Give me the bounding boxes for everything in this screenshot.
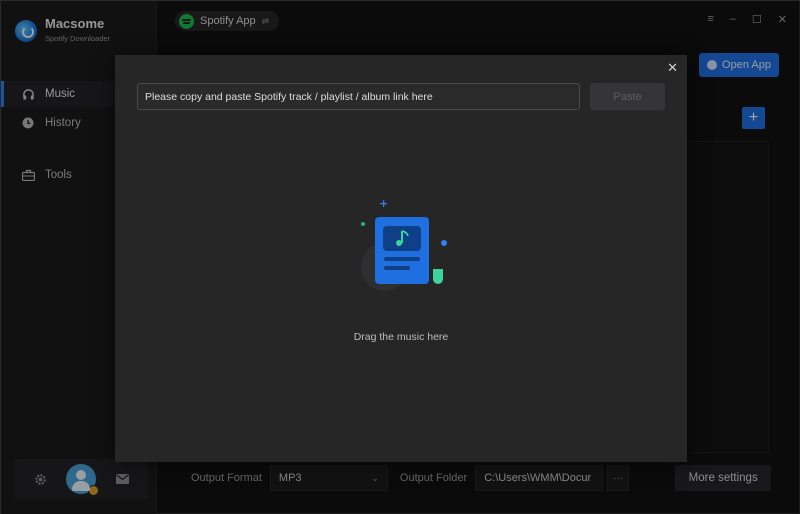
drag-hint: Drag the music here	[353, 331, 449, 343]
add-music-dialog: ✕ Paste + Drag the music here	[115, 55, 687, 462]
paste-button[interactable]: Paste	[590, 83, 665, 110]
drop-zone-illustration-icon: +	[351, 197, 451, 297]
link-input[interactable]	[137, 83, 580, 110]
close-icon[interactable]: ✕	[667, 60, 678, 76]
svg-text:+: +	[379, 197, 388, 210]
app-window: Macsome Spotify Downloader Music History	[0, 0, 800, 514]
